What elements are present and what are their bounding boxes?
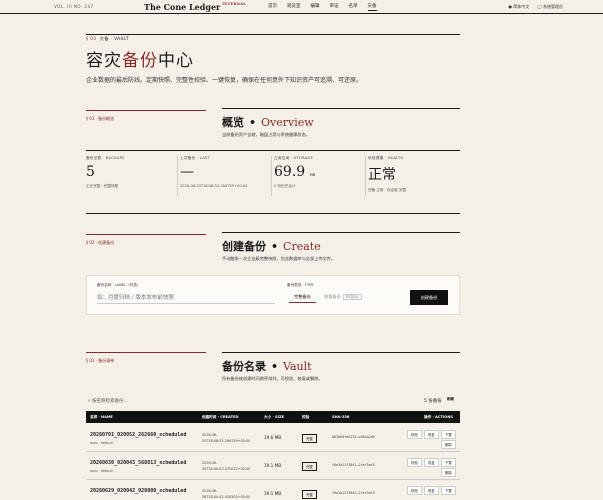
backup-tag: auto · default xyxy=(90,469,113,473)
type-incremental-option[interactable]: 增量备份 即将推出 xyxy=(319,292,367,302)
backup-label-input[interactable] xyxy=(97,292,275,304)
backup-name: 20260701_020052_262660_scheduled xyxy=(90,432,187,438)
brand-tag: INTERNAL xyxy=(222,1,247,6)
nav-roster[interactable]: 名单 xyxy=(349,2,358,11)
type-caption: 备份类型 · TYPE xyxy=(287,283,314,287)
backup-size: 19.1 MB xyxy=(264,491,282,496)
col-name: 名称 · NAME xyxy=(90,415,113,419)
main-nav: 首页 观览室 编辑 审证 名单 灾备 xyxy=(268,2,377,11)
integrity-badge: 完整 xyxy=(302,490,317,499)
col-created: 创建时间 · CREATED xyxy=(202,415,239,419)
brand-logo[interactable]: The Cone Ledger INTERNAL xyxy=(144,2,246,12)
table-row: 20260629_020042_928000_scheduled 2026-06… xyxy=(86,480,460,500)
nav-home[interactable]: 首页 xyxy=(268,2,277,11)
section-title-vault: 备份名录 • Vault xyxy=(222,360,312,373)
section-desc-overview: 当前备份资产全貌，磁盘占用与系统健康状态。 xyxy=(222,132,310,137)
section-desc-vault: 所有备份按创建时间倒序排列，可校验、恢复或删除。 xyxy=(222,376,323,381)
restore-button[interactable]: 恢复 xyxy=(424,486,439,495)
backup-size: 19.1 MB xyxy=(264,463,282,468)
brand-name: The Cone Ledger xyxy=(144,1,221,12)
issue-meta: VOL. III NO. 247 xyxy=(54,4,94,9)
section-label-create: § 02 · 创建备份 xyxy=(86,234,206,246)
download-button[interactable]: 下载 xyxy=(441,486,456,495)
section-title-create: 创建备份 • Create xyxy=(222,240,321,253)
sha-hash: f6e2b12f3841…2fef5af5 xyxy=(332,491,375,495)
language-switch[interactable]: ● 简体中文 xyxy=(508,4,529,10)
section-header-create: 创建备份 • Create 手动触发一次企业级完整快照，包含数据库与全部上传文件。 xyxy=(222,232,460,262)
col-size: 大小 · SIZE xyxy=(264,415,285,419)
hero: § 00 灾备 · VAULT 容灾备份中心 企业数据的最后防线。定期快照、完整… xyxy=(86,36,460,84)
sha-hash: 8836d9fe6134…c684a2d9 xyxy=(332,435,375,439)
verify-button[interactable]: 校验 xyxy=(407,486,422,495)
type-full-option[interactable]: 完整备份 xyxy=(289,292,316,303)
verify-button[interactable]: 校验 xyxy=(407,458,422,467)
section-desc-create: 手动触发一次企业级完整快照，包含数据库与全部上传文件。 xyxy=(222,256,336,261)
hero-kicker: § 00 灾备 · VAULT xyxy=(86,36,130,41)
page-subtitle: 企业数据的最后防线。定期快照、完整性校验、一键恢复，确保在任何意外下知识资产可追… xyxy=(86,77,363,84)
stat-storage: 占用空间 · STORAGE 69.9 MB 5 份历史合计 xyxy=(271,156,366,196)
integrity-badge: 完整 xyxy=(302,434,317,443)
download-button[interactable]: 下载 xyxy=(441,458,456,467)
coming-soon-badge: 即将推出 xyxy=(342,294,362,300)
user-menu[interactable]: ◯ 系统管理员 xyxy=(537,4,563,10)
nav-vault[interactable]: 灾备 xyxy=(367,2,377,11)
section-header-vault: 备份名录 • Vault 所有备份按创建时间倒序排列，可校验、恢复或删除。 xyxy=(222,352,460,382)
top-nav: VOL. III NO. 247 The Cone Ledger INTERNAL… xyxy=(0,0,603,14)
divider xyxy=(86,34,460,35)
refresh-button[interactable]: 刷新 xyxy=(447,397,454,402)
search-icon: ⌕ xyxy=(88,399,91,404)
table-toolbar: ⌕ 按名称检索备份… 5 份备份 刷新 xyxy=(86,396,460,406)
backup-tag: auto · default xyxy=(90,441,113,445)
download-button[interactable]: 下载 xyxy=(441,430,456,439)
backup-count: 5 份备份 xyxy=(424,399,442,404)
page-title: 容灾备份中心 xyxy=(86,51,194,71)
table-header: 名称 · NAME 创建时间 · CREATED 大小 · SIZE 校验 SH… xyxy=(86,411,460,423)
section-label-overview: § 01 · 备份概览 xyxy=(86,110,206,122)
nav-reading-room[interactable]: 观览室 xyxy=(287,2,301,11)
backup-name: 20260630_020043_568813_scheduled xyxy=(90,460,187,466)
verify-button[interactable]: 校验 xyxy=(407,430,422,439)
delete-button[interactable]: 删除 xyxy=(441,468,456,477)
backup-size: 19.6 MB xyxy=(264,435,282,440)
table-row: 20260701_020052_262660_scheduled auto · … xyxy=(86,424,460,452)
restore-button[interactable]: 恢复 xyxy=(424,430,439,439)
nav-audit[interactable]: 审证 xyxy=(330,2,339,11)
stat-backups: 备份总数 · BACKUPS 5 企业完整 · 完整快照 xyxy=(86,156,125,188)
col-actions: 操作 · ACTIONS xyxy=(424,415,453,419)
integrity-badge: 完整 xyxy=(302,462,317,471)
col-sha: SHA-256 xyxy=(332,415,350,419)
restore-button[interactable]: 恢复 xyxy=(424,458,439,467)
section-label-vault: § 03 · 备份清单 xyxy=(86,352,206,364)
table-row: 20260630_020043_568813_scheduled auto · … xyxy=(86,452,460,480)
stat-last: 上次备份 · LAST — 2026-06-20T18:08:52.284759… xyxy=(177,156,272,196)
stats-panel: 备份总数 · BACKUPS 5 企业完整 · 完整快照 上次备份 · LAST… xyxy=(86,150,460,214)
backup-created: 2026-06-29T18:00:43.075012+00:00 xyxy=(202,461,251,471)
section-title-overview: 概览 • Overview xyxy=(222,116,314,129)
nav-right: ● 简体中文 ◯ 系统管理员 xyxy=(508,4,563,10)
nav-edit[interactable]: 编辑 xyxy=(311,2,320,11)
backup-created: 2026-06-20T18:08:52.284759+00:00 xyxy=(202,433,251,443)
sha-hash: f6e2b12f3841…2fef5af5 xyxy=(332,463,375,467)
col-check: 校验 xyxy=(302,415,310,419)
section-header-overview: 概览 • Overview 当前备份资产全貌，磁盘占用与系统健康状态。 xyxy=(222,108,460,138)
backup-created: 2026-06-28T18:00:42.928303+00:00 xyxy=(202,489,251,499)
table-search[interactable]: ⌕ 按名称检索备份… xyxy=(88,398,128,404)
backup-name: 20260629_020042_928000_scheduled xyxy=(90,488,187,494)
create-backup-form: 备份名称 · LABEL（可选） 备份类型 · TYPE 完整备份 增量备份即将… xyxy=(86,275,460,315)
create-backup-button[interactable]: 创建备份 xyxy=(410,290,448,305)
delete-button[interactable]: 删除 xyxy=(441,440,456,449)
label-caption: 备份名称 · LABEL（可选） xyxy=(97,283,141,287)
stat-health: 系统健康 · HEALTH 正常 完备 正常 · 存证链 完整 xyxy=(365,156,460,196)
